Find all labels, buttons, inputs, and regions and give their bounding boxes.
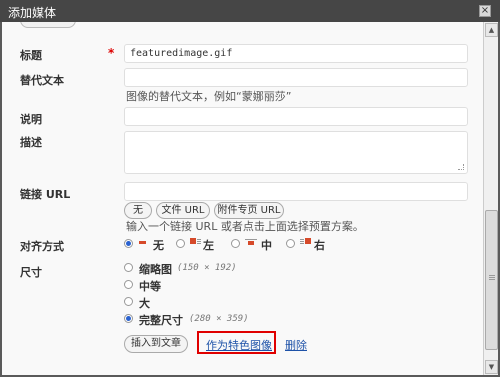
caption-label: 说明 bbox=[20, 113, 42, 126]
dialog-titlebar: 添加媒体 × bbox=[0, 0, 500, 22]
link-attachment-button[interactable]: 附件专页 URL bbox=[214, 202, 284, 219]
align-none-radio[interactable] bbox=[124, 239, 133, 248]
hidden-button[interactable] bbox=[20, 22, 76, 28]
size-large-radio[interactable] bbox=[124, 297, 133, 306]
size-medium-label: 中等 bbox=[139, 280, 161, 293]
size-thumbnail-radio[interactable] bbox=[124, 263, 133, 272]
align-label: 对齐方式 bbox=[20, 240, 64, 253]
description-label: 描述 bbox=[20, 136, 42, 149]
size-thumbnail-label: 缩略图 bbox=[139, 263, 172, 276]
align-none-label: 无 bbox=[153, 239, 164, 252]
highlight-box bbox=[197, 331, 276, 354]
vertical-scrollbar[interactable]: ▲ ▼ bbox=[483, 22, 498, 375]
resize-grip-icon[interactable] bbox=[458, 164, 464, 170]
insert-into-post-button[interactable]: 插入到文章 bbox=[124, 335, 188, 353]
alt-help: 图像的替代文本，例如“蒙娜丽莎” bbox=[126, 90, 292, 103]
link-file-button[interactable]: 文件 URL bbox=[156, 202, 210, 219]
align-left-radio[interactable] bbox=[176, 239, 185, 248]
align-right-lines bbox=[300, 239, 304, 240]
scroll-up-icon[interactable]: ▲ bbox=[485, 23, 498, 37]
title-input[interactable]: featuredimage.gif bbox=[124, 44, 468, 63]
scroll-down-icon[interactable]: ▼ bbox=[485, 360, 498, 374]
link-label: 链接 URL bbox=[20, 188, 71, 201]
size-full-dims: (280 × 359) bbox=[189, 314, 249, 324]
size-label: 尺寸 bbox=[20, 266, 42, 279]
description-textarea[interactable] bbox=[124, 131, 468, 174]
align-center-lines bbox=[245, 239, 257, 240]
align-center-radio[interactable] bbox=[231, 239, 240, 248]
align-right-radio[interactable] bbox=[286, 239, 295, 248]
scrollbar-thumb[interactable] bbox=[485, 210, 498, 350]
align-none-icon bbox=[139, 241, 146, 244]
size-full-label: 完整尺寸 bbox=[139, 314, 183, 327]
size-full-radio[interactable] bbox=[124, 314, 133, 323]
media-dialog: 添加媒体 × 标题 * featuredimage.gif 替代文本 图像的替代… bbox=[0, 0, 500, 377]
link-help: 输入一个链接 URL 或者点击上面选择预置方案。 bbox=[126, 220, 364, 233]
size-thumbnail-dims: (150 × 192) bbox=[177, 263, 237, 273]
caption-input[interactable] bbox=[124, 107, 468, 126]
media-form: 标题 * featuredimage.gif 替代文本 图像的替代文本，例如“蒙… bbox=[2, 22, 483, 375]
delete-link[interactable]: 删除 bbox=[285, 337, 307, 353]
close-icon[interactable]: × bbox=[479, 5, 491, 17]
align-left-icon bbox=[190, 238, 196, 244]
align-center-icon bbox=[248, 241, 254, 245]
required-mark: * bbox=[108, 46, 115, 60]
title-label: 标题 bbox=[20, 49, 42, 62]
align-left-label: 左 bbox=[203, 239, 214, 252]
link-input[interactable] bbox=[124, 182, 468, 201]
link-none-button[interactable]: 无 bbox=[124, 202, 152, 219]
alt-input[interactable] bbox=[124, 68, 468, 87]
align-right-icon bbox=[305, 238, 311, 244]
align-center-label: 中 bbox=[261, 239, 272, 252]
size-medium-radio[interactable] bbox=[124, 280, 133, 289]
alt-label: 替代文本 bbox=[20, 74, 64, 87]
align-right-label: 右 bbox=[314, 239, 325, 252]
size-large-label: 大 bbox=[139, 297, 150, 310]
dialog-title: 添加媒体 bbox=[8, 6, 57, 20]
align-left-lines bbox=[197, 239, 201, 240]
